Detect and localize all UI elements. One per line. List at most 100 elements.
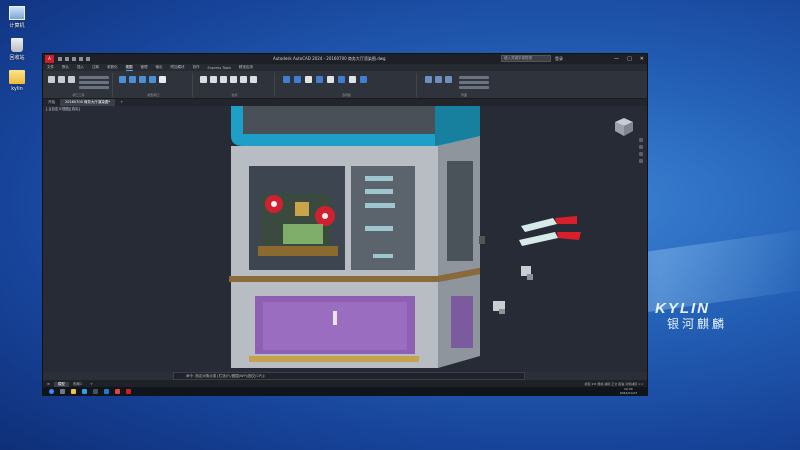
ribbon-tabs: 文件 默认 插入 注释 参数化 视图 管理 输出 附加模块 协作 Express…	[43, 64, 647, 71]
undo-icon[interactable]	[79, 57, 83, 61]
ribbon-group-label: 界面	[460, 93, 467, 97]
view-cube[interactable]	[613, 116, 635, 142]
sheet-set-icon[interactable]	[305, 76, 312, 83]
tab-parametric[interactable]: 参数化	[107, 65, 118, 70]
redo-icon[interactable]	[86, 57, 90, 61]
zoom-icon[interactable]	[639, 145, 643, 149]
layout-tabs-icon[interactable]	[445, 76, 452, 83]
desktop-icon-computer[interactable]: 计算机	[4, 6, 30, 29]
recycle-bin-icon	[11, 38, 23, 52]
tab-layout1[interactable]: 布局1	[69, 382, 86, 387]
close-button[interactable]: ✕	[640, 56, 644, 62]
title-bar[interactable]: A Autodesk AutoCAD 2024 - 20160700 商务大厅渲…	[43, 54, 647, 64]
taskbar-clock[interactable]: 10:30 2024/01/23	[620, 387, 637, 395]
browser-icon[interactable]	[82, 389, 87, 394]
file-manager-icon[interactable]	[71, 389, 76, 394]
search-icon[interactable]	[60, 389, 65, 394]
tab-featured-apps[interactable]: 精选应用	[239, 65, 253, 70]
tab-file[interactable]: 文件	[47, 65, 54, 70]
orbit-icon[interactable]	[639, 152, 643, 156]
ribbon-group-palettes: 选项板	[277, 73, 417, 97]
xref-icon[interactable]	[327, 76, 334, 83]
quick-access-toolbar	[58, 57, 90, 61]
design-center-icon[interactable]	[316, 76, 323, 83]
autocad-logo-icon[interactable]: A	[45, 55, 54, 63]
search-input[interactable]: 键入关键字或短语	[501, 55, 551, 62]
ribbon-panel: 视口工具 模型视口 坐标 选项板 界面	[43, 71, 647, 99]
command-history-text: 命令: 指定对角点或 [栏选(F)/圈围(WP)/圈交(CP)]:	[186, 374, 266, 378]
tab-manage[interactable]: 管理	[141, 65, 148, 70]
file-tabs: 开始 20160700 商务大厅渲染图* +	[43, 99, 647, 106]
desktop-icon-recycle-bin[interactable]: 回收站	[4, 38, 30, 61]
tab-home[interactable]: 默认	[62, 65, 69, 70]
tab-start[interactable]: 开始	[43, 99, 60, 106]
tab-express-tools[interactable]: Express Tools	[208, 66, 231, 70]
folder-icon	[9, 70, 25, 84]
tile-vertical-icon[interactable]	[459, 81, 489, 84]
showmotion-icon[interactable]	[639, 159, 643, 163]
pan-icon[interactable]	[639, 138, 643, 142]
tab-output[interactable]: 输出	[156, 65, 163, 70]
cascade-icon[interactable]	[459, 86, 489, 89]
ucs-icon[interactable]	[48, 76, 55, 83]
ucs-face-icon[interactable]	[240, 76, 247, 83]
tab-drawing[interactable]: 20160700 商务大厅渲染图*	[60, 99, 116, 106]
vscode-icon[interactable]	[104, 389, 109, 394]
file-tabs-icon[interactable]	[435, 76, 442, 83]
app-icon[interactable]	[115, 389, 120, 394]
new-file-icon[interactable]	[58, 57, 62, 61]
viewport-named-icon[interactable]	[149, 76, 156, 83]
named-views-icon[interactable]	[79, 81, 109, 84]
tab-view[interactable]: 视图	[125, 65, 133, 71]
terminal-icon[interactable]	[93, 389, 98, 394]
layers-icon[interactable]	[349, 76, 356, 83]
tab-annotate[interactable]: 注释	[92, 65, 99, 70]
view-cube-icon[interactable]	[613, 116, 635, 138]
autocad-taskbar-icon[interactable]	[126, 389, 131, 394]
maximize-button[interactable]: □	[627, 56, 632, 62]
switch-windows-icon[interactable]	[425, 76, 432, 83]
taskbar: 10:30 2024/01/23	[43, 387, 647, 396]
ucs-origin-icon[interactable]	[210, 76, 217, 83]
ucs-view-icon[interactable]	[220, 76, 227, 83]
save-icon[interactable]	[72, 57, 76, 61]
autocad-window[interactable]: A Autodesk AutoCAD 2024 - 20160700 商务大厅渲…	[42, 53, 648, 396]
start-menu-icon[interactable]	[49, 389, 54, 394]
viewport-clip-icon[interactable]	[159, 76, 166, 83]
status-menu-icon[interactable]: ≡	[43, 382, 54, 386]
new-tab-button[interactable]: +	[115, 99, 128, 106]
tab-model[interactable]: 模型	[53, 381, 69, 387]
ribbon-group-model-viewports: 模型视口	[115, 73, 193, 97]
ucs-3point-icon[interactable]	[250, 76, 257, 83]
navigation-bar-icon[interactable]	[68, 76, 75, 83]
markup-icon[interactable]	[338, 76, 345, 83]
desktop-icon-kylin[interactable]: kylin	[4, 70, 30, 92]
ribbon-group-viewport-tools: 视口工具	[45, 73, 113, 97]
ribbon-group-interface: 界面	[419, 73, 509, 97]
properties-icon[interactable]	[294, 76, 301, 83]
sign-in-link[interactable]: 登录	[555, 56, 563, 62]
tile-horizontal-icon[interactable]	[459, 76, 489, 79]
tool-palettes-icon[interactable]	[283, 76, 290, 83]
drawing-viewport[interactable]: [-][自定义视图][真实]	[43, 106, 647, 372]
ribbon-group-label: 坐标	[231, 93, 238, 97]
view-cube-icon[interactable]	[58, 76, 65, 83]
viewport-config-icon[interactable]	[119, 76, 126, 83]
tab-addins[interactable]: 附加模块	[171, 65, 185, 70]
open-file-icon[interactable]	[65, 57, 69, 61]
model-views-icon[interactable]	[79, 76, 109, 79]
ucs-object-icon[interactable]	[230, 76, 237, 83]
status-toggles[interactable]: 模型 ## 栅格 捕捉 正交 极轴 对象捕捉 1:1	[584, 382, 643, 386]
tab-collaborate[interactable]: 协作	[193, 65, 200, 70]
add-layout-button[interactable]: +	[86, 382, 97, 386]
computer-icon	[9, 6, 25, 20]
viewport-restore-icon[interactable]	[139, 76, 146, 83]
tab-insert[interactable]: 插入	[77, 65, 84, 70]
blocks-icon[interactable]	[360, 76, 367, 83]
restore-views-icon[interactable]	[79, 86, 109, 89]
viewport-join-icon[interactable]	[129, 76, 136, 83]
ribbon-group-label: 模型视口	[147, 93, 160, 97]
ucs-world-icon[interactable]	[200, 76, 207, 83]
command-line[interactable]: 命令: 指定对角点或 [栏选(F)/圈围(WP)/圈交(CP)]:	[173, 372, 525, 380]
minimize-button[interactable]: —	[614, 56, 619, 62]
